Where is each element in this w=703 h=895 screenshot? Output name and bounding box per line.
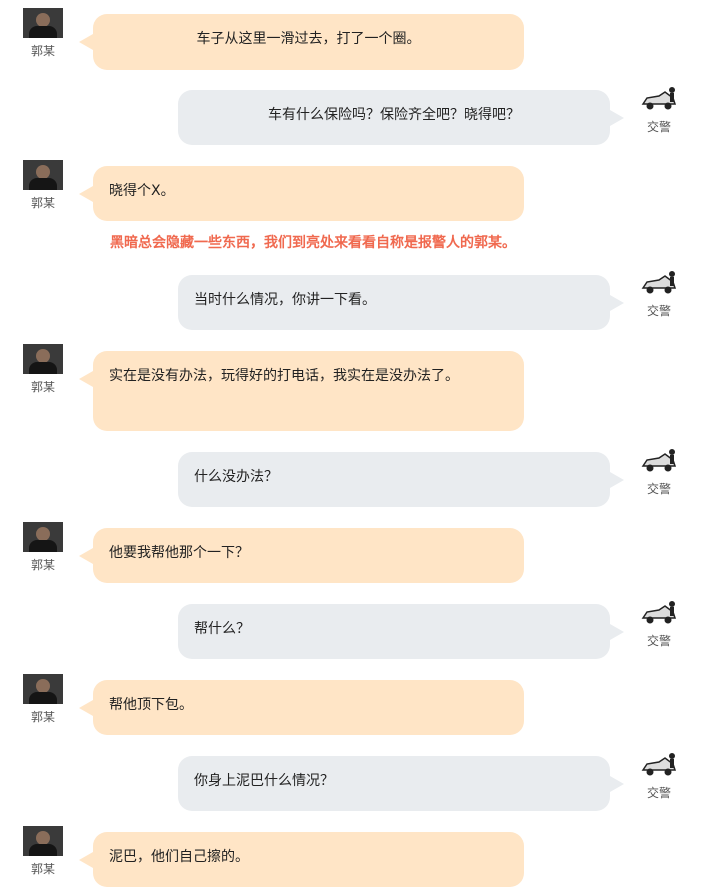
message-text: 车子从这里一滑过去，打了一个圈。 [196,31,421,47]
speaker-name: 交警 [646,634,671,648]
message-bubble-police: 什么没办法？ [178,452,624,507]
message-text: 他要我帮他那个一下？ [109,545,249,561]
narration-caption: 黑暗总会隐藏一些东西，我们到亮处来看看自称是报警人的郭某。 [110,235,516,251]
message-bubble-police: 帮什么？ [178,604,624,659]
police-car-avatar-icon [639,84,679,114]
police-car-avatar-icon [639,750,679,780]
speaker-name: 交警 [646,482,671,496]
message-text: 你身上泥巴什么情况？ [194,773,334,789]
avatar-police: 交警 [636,598,682,648]
police-car-avatar-icon [639,268,679,298]
speaker-name: 交警 [646,786,671,800]
speaker-name: 交警 [646,304,671,318]
avatar-police: 交警 [636,750,682,800]
message-text: 晓得个X。 [109,183,175,199]
police-car-avatar-icon [639,598,679,628]
avatar-police: 交警 [636,84,682,134]
message-bubble-police: 你身上泥巴什么情况？ [178,756,624,811]
message-bubble-guo: 泥巴，他们自己擦的。 [79,832,524,887]
avatar-police: 交警 [636,268,682,318]
message-text: 帮什么？ [194,621,250,637]
person-avatar-icon [23,674,63,704]
message-text: 泥巴，他们自己擦的。 [109,849,249,865]
speaker-name: 交警 [646,120,671,134]
message-bubble-police: 当时什么情况，你讲一下看。 [178,275,624,330]
speaker-name: 郭某 [30,380,55,394]
person-avatar-icon [23,8,63,38]
message-text: 当时什么情况，你讲一下看。 [194,292,376,308]
avatar-guo: 郭某 [20,826,66,876]
message-text: 实在是没有办法，玩得好的打电话，我实在是没办法了。 [109,368,459,384]
avatar-guo: 郭某 [20,522,66,572]
message-bubble-guo: 车子从这里一滑过去，打了一个圈。 [79,14,524,70]
avatar-police: 交警 [636,446,682,496]
speaker-name: 郭某 [30,862,55,876]
speaker-name: 郭某 [30,710,55,724]
message-bubble-guo: 晓得个X。 [79,166,524,221]
message-bubble-police: 车有什么保险吗？保险齐全吧？晓得吧？ [178,90,624,145]
message-bubble-guo: 帮他顶下包。 [79,680,524,735]
person-avatar-icon [23,160,63,190]
avatar-guo: 郭某 [20,344,66,394]
message-text: 什么没办法？ [194,469,278,485]
speaker-name: 郭某 [30,44,55,58]
person-avatar-icon [23,344,63,374]
person-avatar-icon [23,522,63,552]
avatar-guo: 郭某 [20,8,66,58]
avatar-guo: 郭某 [20,674,66,724]
message-bubble-guo: 实在是没有办法，玩得好的打电话，我实在是没办法了。 [79,351,524,431]
police-car-avatar-icon [639,446,679,476]
speaker-name: 郭某 [30,196,55,210]
message-text: 帮他顶下包。 [109,697,193,713]
message-bubble-guo: 他要我帮他那个一下？ [79,528,524,583]
avatar-guo: 郭某 [20,160,66,210]
speaker-name: 郭某 [30,558,55,572]
message-text: 车有什么保险吗？保险齐全吧？晓得吧？ [268,107,520,123]
person-avatar-icon [23,826,63,856]
